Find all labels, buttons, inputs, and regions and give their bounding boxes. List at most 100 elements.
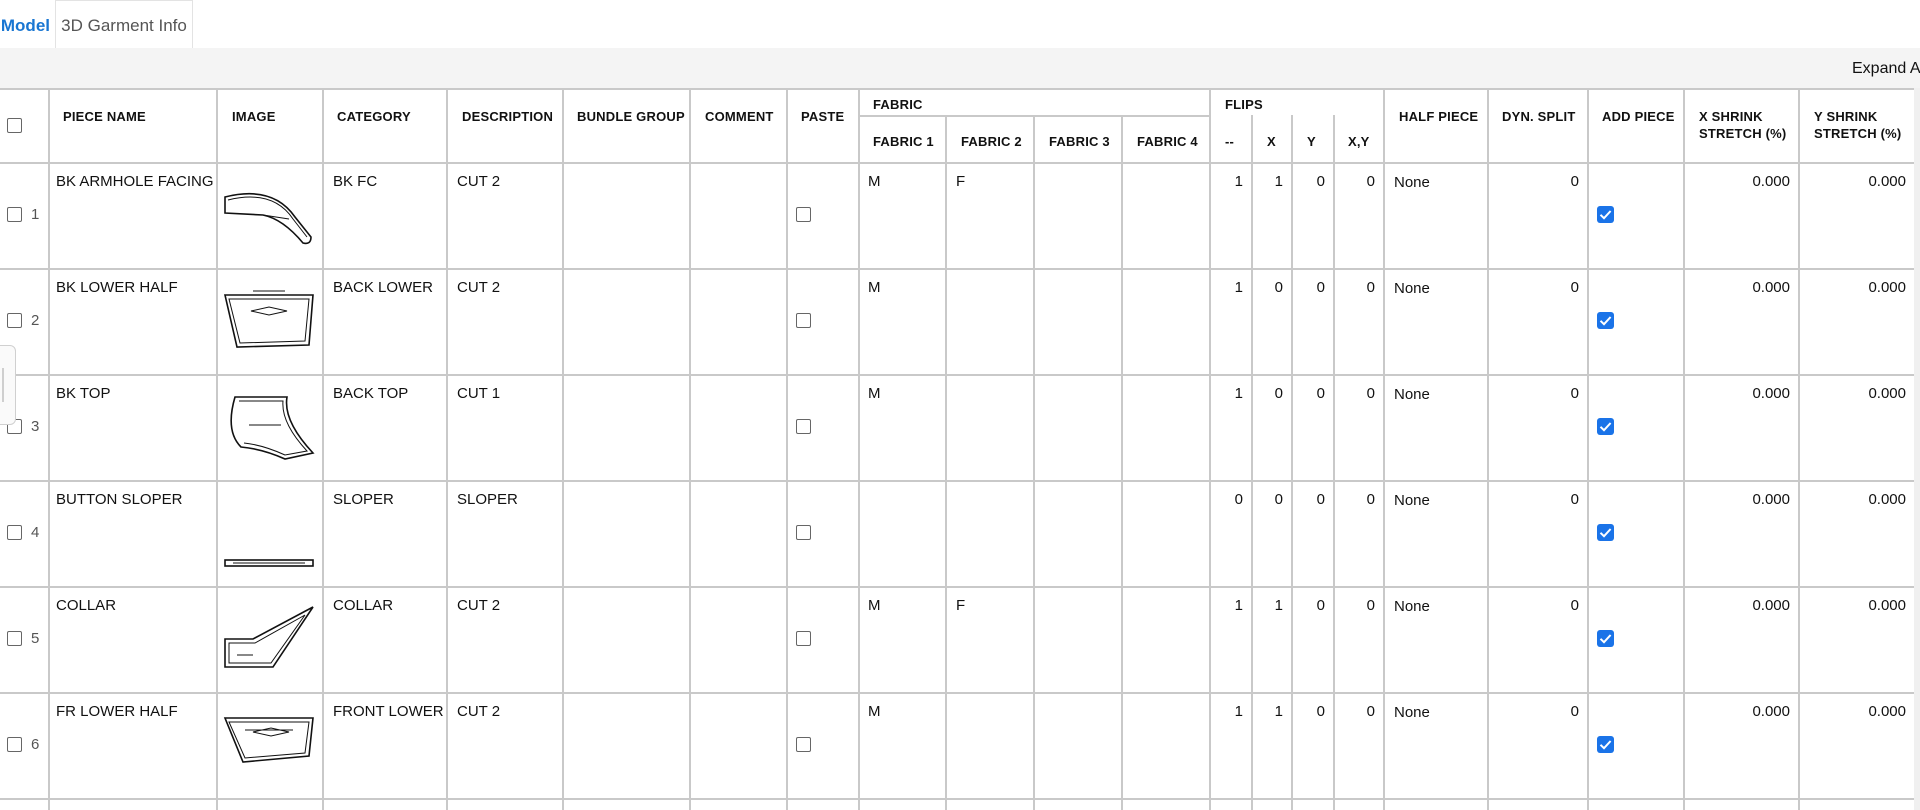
header-flip-none[interactable]: -- bbox=[1225, 133, 1234, 150]
category-cell[interactable]: BK FC bbox=[333, 173, 377, 191]
description-cell[interactable]: CUT 2 bbox=[457, 173, 500, 191]
paste-checkbox[interactable] bbox=[796, 313, 811, 328]
x-shrink-cell[interactable]: 0.000 bbox=[1685, 385, 1790, 403]
description-cell[interactable]: CUT 2 bbox=[457, 597, 500, 615]
paste-checkbox[interactable] bbox=[796, 419, 811, 434]
dyn-split-cell[interactable]: 0 bbox=[1489, 173, 1579, 191]
row-select-checkbox[interactable] bbox=[7, 525, 22, 540]
header-image[interactable]: IMAGE bbox=[232, 108, 276, 125]
x-shrink-cell[interactable]: 0.000 bbox=[1685, 491, 1790, 509]
category-cell[interactable]: BACK TOP bbox=[333, 385, 408, 403]
description-cell[interactable]: CUT 2 bbox=[457, 703, 500, 721]
fabric-1-cell[interactable]: M bbox=[868, 703, 881, 721]
header-description[interactable]: DESCRIPTION bbox=[462, 108, 553, 125]
table-row[interactable]: 5 COLLAR COLLAR CUT 2 M F 1 1 0 0 None 0 0.000 0.000 bbox=[0, 588, 1914, 694]
add-piece-checkbox[interactable] bbox=[1597, 630, 1614, 647]
half-piece-cell[interactable]: None bbox=[1394, 174, 1430, 192]
piece-name-cell[interactable]: COLLAR bbox=[56, 597, 116, 615]
x-shrink-cell[interactable]: 0.000 bbox=[1685, 279, 1790, 297]
flip-x-cell[interactable]: 0 bbox=[1253, 385, 1283, 403]
flip-none-cell[interactable]: 1 bbox=[1211, 703, 1243, 721]
header-fabric-4[interactable]: FABRIC 4 bbox=[1137, 133, 1198, 150]
header-flip-xy[interactable]: X,Y bbox=[1348, 133, 1370, 150]
flip-y-cell[interactable]: 0 bbox=[1293, 491, 1325, 509]
category-cell[interactable]: FRONT LOWER bbox=[333, 703, 444, 721]
flip-y-cell[interactable]: 0 bbox=[1293, 385, 1325, 403]
piece-name-cell[interactable]: FR LOWER HALF bbox=[56, 703, 178, 721]
category-cell[interactable]: SLOPER bbox=[333, 491, 394, 509]
header-add-piece[interactable]: ADD PIECE bbox=[1602, 108, 1675, 125]
category-cell[interactable]: COLLAR bbox=[333, 597, 393, 615]
vertical-scrollbar[interactable] bbox=[1914, 88, 1920, 810]
half-piece-cell[interactable]: None bbox=[1394, 386, 1430, 404]
half-piece-cell[interactable]: None bbox=[1394, 492, 1430, 510]
fabric-2-cell[interactable]: F bbox=[956, 597, 965, 615]
expand-all-button[interactable]: Expand Al bbox=[1852, 60, 1920, 78]
half-piece-cell[interactable]: None bbox=[1394, 704, 1430, 722]
flip-x-cell[interactable]: 0 bbox=[1253, 279, 1283, 297]
flip-none-cell[interactable]: 1 bbox=[1211, 173, 1243, 191]
half-piece-cell[interactable]: None bbox=[1394, 598, 1430, 616]
flip-x-cell[interactable]: 1 bbox=[1253, 173, 1283, 191]
dyn-split-cell[interactable]: 0 bbox=[1489, 385, 1579, 403]
add-piece-checkbox[interactable] bbox=[1597, 312, 1614, 329]
x-shrink-cell[interactable]: 0.000 bbox=[1685, 597, 1790, 615]
paste-checkbox[interactable] bbox=[796, 207, 811, 222]
piece-name-cell[interactable]: BK LOWER HALF bbox=[56, 279, 178, 297]
paste-checkbox[interactable] bbox=[796, 525, 811, 540]
flip-none-cell[interactable]: 1 bbox=[1211, 385, 1243, 403]
table-row[interactable]: 6 FR LOWER HALF FRONT LOWER CUT 2 M 1 1 0 0 None 0… bbox=[0, 694, 1914, 800]
x-shrink-cell[interactable]: 0.000 bbox=[1685, 173, 1790, 191]
fabric-1-cell[interactable]: M bbox=[868, 385, 881, 403]
header-bundle-group[interactable]: BUNDLE GROUP bbox=[577, 108, 685, 125]
flip-xy-cell[interactable]: 0 bbox=[1335, 597, 1375, 615]
flip-none-cell[interactable]: 1 bbox=[1211, 279, 1243, 297]
category-cell[interactable]: BACK LOWER bbox=[333, 279, 433, 297]
header-fabric-3[interactable]: FABRIC 3 bbox=[1049, 133, 1110, 150]
flip-xy-cell[interactable]: 0 bbox=[1335, 703, 1375, 721]
y-shrink-cell[interactable]: 0.000 bbox=[1800, 597, 1906, 615]
description-cell[interactable]: SLOPER bbox=[457, 491, 518, 509]
header-flip-x[interactable]: X bbox=[1267, 133, 1276, 150]
y-shrink-cell[interactable]: 0.000 bbox=[1800, 385, 1906, 403]
flip-y-cell[interactable]: 0 bbox=[1293, 279, 1325, 297]
header-x-shrink[interactable]: X SHRINK STRETCH (%) bbox=[1699, 108, 1786, 142]
flip-xy-cell[interactable]: 0 bbox=[1335, 279, 1375, 297]
piece-name-cell[interactable]: BK TOP bbox=[56, 385, 110, 403]
side-panel-drag-handle[interactable] bbox=[0, 345, 16, 425]
row-select-checkbox[interactable] bbox=[7, 313, 22, 328]
flip-x-cell[interactable]: 0 bbox=[1253, 491, 1283, 509]
header-y-shrink[interactable]: Y SHRINK STRETCH (%) bbox=[1814, 108, 1901, 142]
header-piece-name[interactable]: PIECE NAME bbox=[63, 108, 146, 125]
dyn-split-cell[interactable]: 0 bbox=[1489, 279, 1579, 297]
add-piece-checkbox[interactable] bbox=[1597, 206, 1614, 223]
flip-xy-cell[interactable]: 0 bbox=[1335, 385, 1375, 403]
y-shrink-cell[interactable]: 0.000 bbox=[1800, 173, 1906, 191]
flip-y-cell[interactable]: 0 bbox=[1293, 703, 1325, 721]
flip-y-cell[interactable]: 0 bbox=[1293, 597, 1325, 615]
fabric-1-cell[interactable]: M bbox=[868, 597, 881, 615]
flip-xy-cell[interactable]: 0 bbox=[1335, 491, 1375, 509]
header-fabric-2[interactable]: FABRIC 2 bbox=[961, 133, 1022, 150]
header-flip-y[interactable]: Y bbox=[1307, 133, 1316, 150]
y-shrink-cell[interactable]: 0.000 bbox=[1800, 703, 1906, 721]
table-row[interactable]: 2 BK LOWER HALF BACK LOWER CUT 2 M 1 0 0 0 None 0 0… bbox=[0, 270, 1914, 376]
description-cell[interactable]: CUT 1 bbox=[457, 385, 500, 403]
flip-x-cell[interactable]: 1 bbox=[1253, 703, 1283, 721]
y-shrink-cell[interactable]: 0.000 bbox=[1800, 491, 1906, 509]
description-cell[interactable]: CUT 2 bbox=[457, 279, 500, 297]
fabric-1-cell[interactable]: M bbox=[868, 279, 881, 297]
row-select-checkbox[interactable] bbox=[7, 737, 22, 752]
flip-y-cell[interactable]: 0 bbox=[1293, 173, 1325, 191]
header-category[interactable]: CATEGORY bbox=[337, 108, 411, 125]
header-fabric-1[interactable]: FABRIC 1 bbox=[873, 133, 934, 150]
piece-name-cell[interactable]: BUTTON SLOPER bbox=[56, 491, 182, 509]
dyn-split-cell[interactable]: 0 bbox=[1489, 491, 1579, 509]
table-row[interactable]: 3 BK TOP BACK TOP CUT 1 M 1 0 0 0 None 0 0.000 0.000 bbox=[0, 376, 1914, 482]
header-dyn-split[interactable]: DYN. SPLIT bbox=[1502, 108, 1576, 125]
half-piece-cell[interactable]: None bbox=[1394, 280, 1430, 298]
dyn-split-cell[interactable]: 0 bbox=[1489, 703, 1579, 721]
table-row[interactable]: 4 BUTTON SLOPER SLOPER SLOPER 0 0 0 0 None 0 0.000… bbox=[0, 482, 1914, 588]
header-comment[interactable]: COMMENT bbox=[705, 108, 774, 125]
dyn-split-cell[interactable]: 0 bbox=[1489, 597, 1579, 615]
